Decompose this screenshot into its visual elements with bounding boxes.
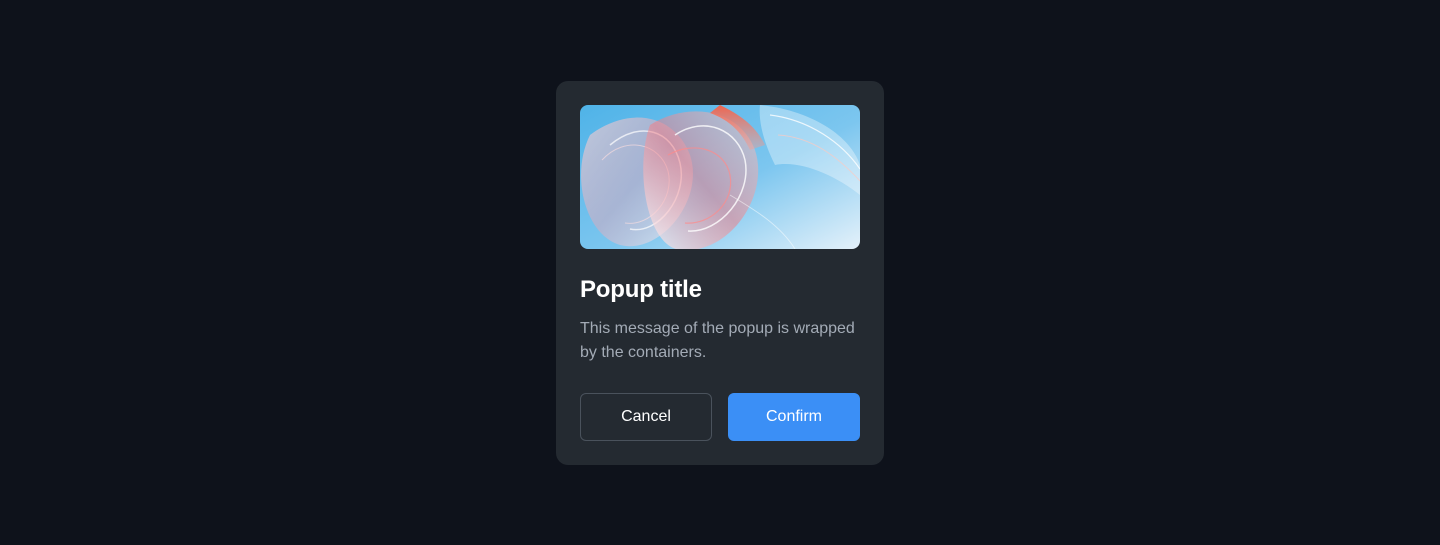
cancel-button[interactable]: Cancel — [580, 393, 712, 441]
popup-hero-image — [580, 105, 860, 249]
popup-message: This message of the popup is wrapped by … — [580, 320, 855, 361]
popup-title: Popup title — [580, 276, 702, 303]
popup-dialog: Popup title This message of the popup is… — [556, 81, 884, 465]
page-backdrop: Popup title This message of the popup is… — [0, 0, 1440, 545]
popup-actions: Cancel Confirm — [580, 393, 860, 441]
confirm-button[interactable]: Confirm — [728, 393, 860, 441]
